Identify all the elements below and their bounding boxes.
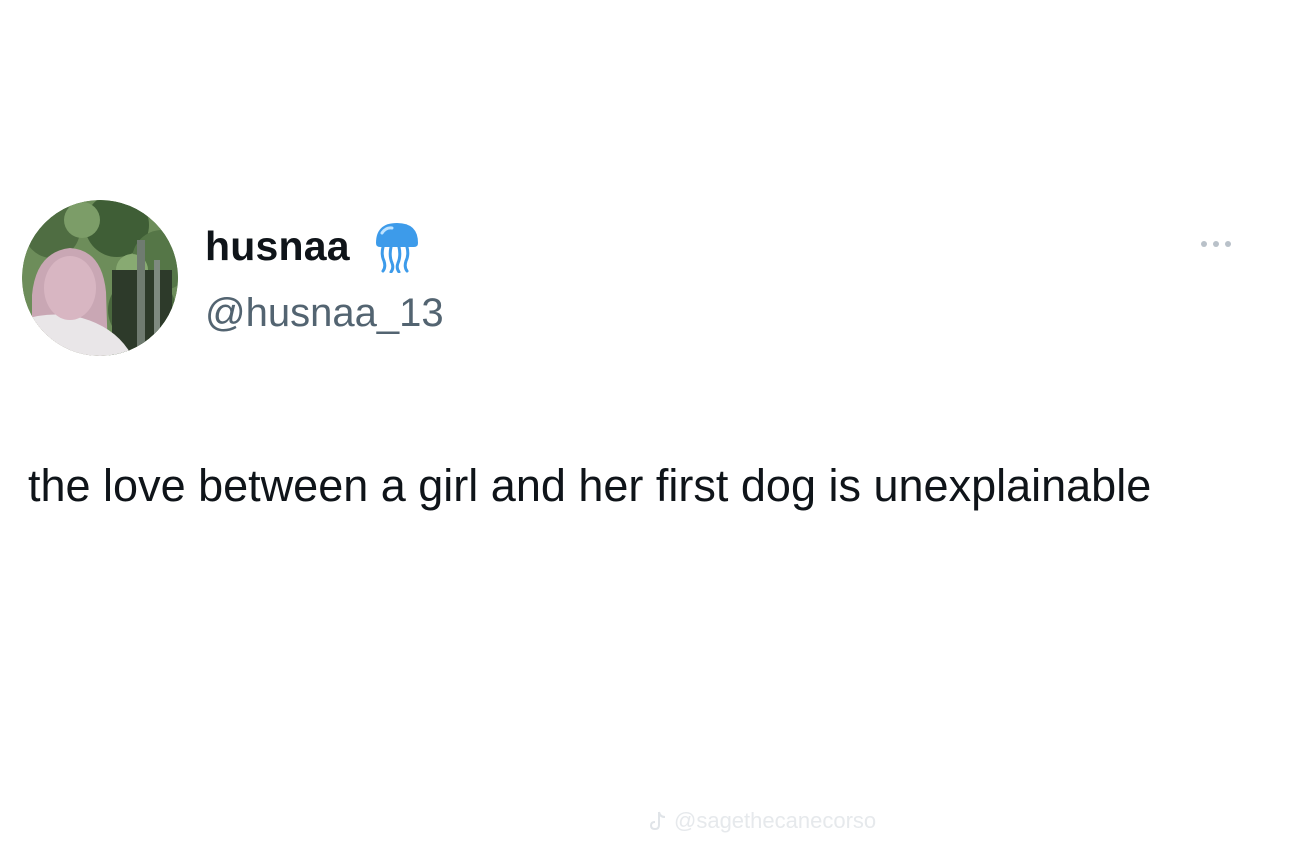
- user-handle[interactable]: @husnaa_13: [205, 288, 444, 338]
- jellyfish-icon: [372, 219, 422, 274]
- display-name[interactable]: husnaa: [205, 223, 350, 270]
- watermark: @sagethecanecorso: [648, 806, 876, 836]
- more-options-button[interactable]: [1186, 230, 1246, 258]
- tweet-text: the love between a girl and her first do…: [28, 460, 1152, 511]
- more-horizontal-icon: [1201, 241, 1207, 247]
- watermark-text: @sagethecanecorso: [674, 808, 877, 833]
- avatar[interactable]: [22, 200, 178, 356]
- avatar-photo: [22, 200, 178, 356]
- page: husnaa @husnaa_13 the love between a gir…: [0, 0, 1290, 857]
- tiktok-icon: [649, 811, 666, 831]
- name-row: husnaa: [205, 218, 422, 274]
- tweet-card: husnaa @husnaa_13 the love between a gir…: [0, 0, 1290, 857]
